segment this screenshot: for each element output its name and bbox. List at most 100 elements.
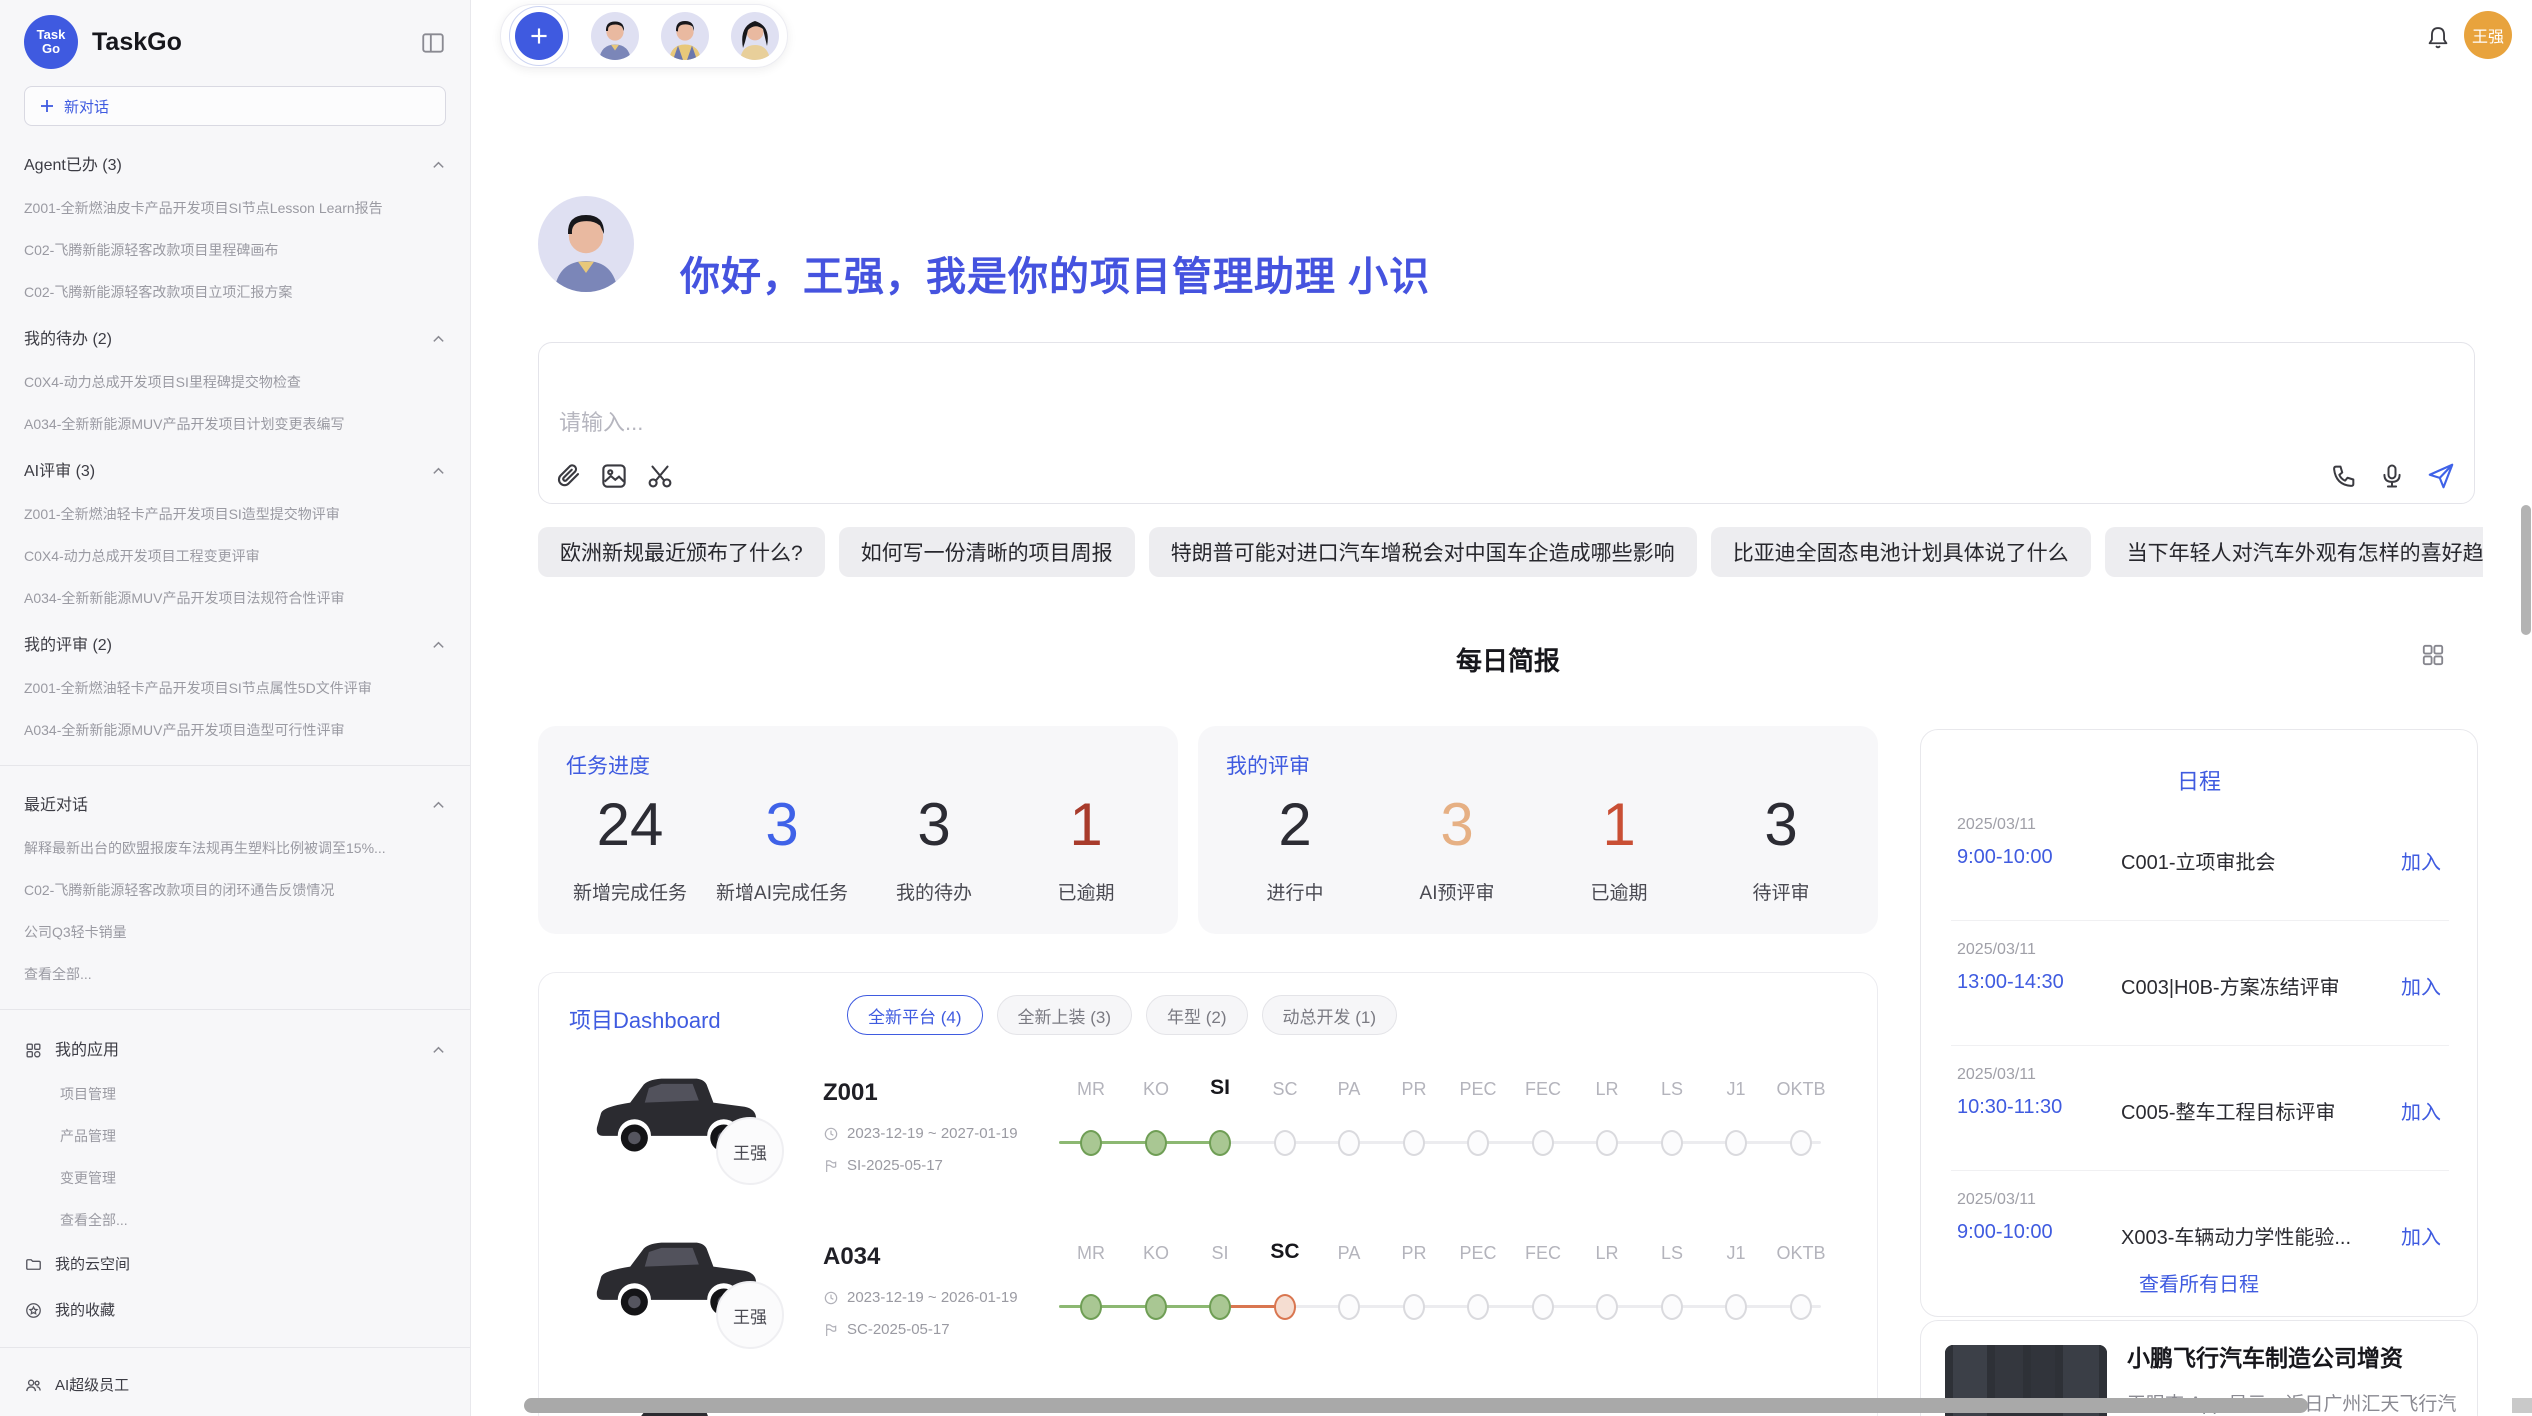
schedule-event-title: C005-整车工程目标评审: [2121, 1096, 2335, 1125]
scissors-icon[interactable]: [645, 461, 675, 491]
date-range: 2023-12-19 ~ 2026-01-19: [847, 1289, 1018, 1306]
schedule-time: 9:00-10:00: [1957, 846, 2053, 869]
join-button[interactable]: 加入: [2401, 1221, 2441, 1250]
vertical-scrollbar[interactable]: [2521, 505, 2531, 635]
folder-icon: [24, 1255, 43, 1274]
section-header-my-todo[interactable]: 我的待办 (2): [24, 331, 446, 348]
agent-avatar[interactable]: [591, 12, 639, 60]
milestone-dot: [1209, 1294, 1231, 1320]
suggestion-chip[interactable]: 欧洲新规最近颁布了什么?: [538, 527, 825, 577]
stat-value: 3: [706, 788, 858, 862]
project-row[interactable]: 王强 A034 2023-12-19 ~ 2026-01-19 SC-2025-…: [539, 1213, 1878, 1377]
milestone-label: J1: [1726, 1243, 1745, 1264]
join-button[interactable]: 加入: [2401, 846, 2441, 875]
milestone-label: FEC: [1525, 1079, 1561, 1100]
milestone-dot: [1274, 1130, 1296, 1156]
send-icon[interactable]: [2426, 461, 2456, 491]
user-avatar[interactable]: 王强: [2464, 11, 2512, 59]
view-all-link[interactable]: 查看全部...: [60, 1213, 446, 1228]
schedule-date: 2025/03/11: [1957, 1066, 2036, 1084]
suggestion-chip[interactable]: 如何写一份清晰的项目周报: [839, 527, 1135, 577]
section-header-ai-review[interactable]: AI评审 (3): [24, 463, 446, 480]
tab-model-year[interactable]: 年型 (2): [1146, 995, 1248, 1035]
chevron-up-icon: [431, 158, 446, 173]
join-button[interactable]: 加入: [2401, 971, 2441, 1000]
tab-new-platform[interactable]: 全新平台 (4): [847, 995, 983, 1035]
milestone-dot: [1467, 1130, 1489, 1156]
stat-value: 3: [1376, 788, 1538, 862]
list-item[interactable]: C02-飞腾新能源轻客改款项目立项汇报方案: [24, 285, 446, 300]
schedule-date: 2025/03/11: [1957, 1191, 2036, 1209]
chevron-up-icon: [431, 332, 446, 347]
agent-avatar[interactable]: [731, 12, 779, 60]
milestone-dot: [1145, 1130, 1167, 1156]
section-header-my-review[interactable]: 我的评审 (2): [24, 637, 446, 654]
milestone-dot: [1338, 1130, 1360, 1156]
new-chat-button[interactable]: 新对话: [24, 86, 446, 126]
owner-avatar: 王强: [716, 1281, 784, 1349]
section-header-agent-done[interactable]: Agent已办 (3): [24, 157, 446, 174]
stat-value: 3: [1700, 788, 1862, 862]
list-item[interactable]: C0X4-动力总成开发项目SI里程碑提交物检查: [24, 375, 446, 390]
list-item[interactable]: Z001-全新燃油轻卡产品开发项目SI节点属性5D文件评审: [24, 681, 446, 696]
horizontal-scrollbar[interactable]: [524, 1398, 2308, 1413]
list-item[interactable]: A034-全新新能源MUV产品开发项目计划变更表编写: [24, 417, 446, 432]
attachment-icon[interactable]: [553, 461, 583, 491]
milestone-label: OKTB: [1776, 1079, 1825, 1100]
list-item[interactable]: Z001-全新燃油轻卡产品开发项目SI造型提交物评审: [24, 507, 446, 522]
section-header-my-apps[interactable]: 我的应用: [24, 1041, 446, 1060]
app-window: Task Go TaskGo 新对话 Agent已办 (3) Z001-全新燃油…: [0, 0, 2532, 1416]
sidebar-item-cloud-space[interactable]: 我的云空间: [24, 1255, 446, 1274]
new-session-button[interactable]: [509, 6, 569, 66]
join-button[interactable]: 加入: [2401, 1096, 2441, 1125]
sidebar-collapse-icon[interactable]: [420, 30, 446, 56]
list-item[interactable]: C02-飞腾新能源轻客改款项目里程碑画布: [24, 243, 446, 258]
microphone-icon[interactable]: [2378, 462, 2406, 490]
list-item[interactable]: A034-全新新能源MUV产品开发项目造型可行性评审: [24, 723, 446, 738]
divider: [0, 765, 470, 766]
list-item[interactable]: C0X4-动力总成开发项目工程变更评审: [24, 549, 446, 564]
app-logo: Task Go: [24, 15, 78, 69]
image-icon[interactable]: [599, 461, 629, 491]
project-dashboard-card: 项目Dashboard 全新平台 (4) 全新上装 (3) 年型 (2) 动总开…: [538, 972, 1878, 1416]
sidebar-item-ai-staff[interactable]: AI超级员工: [24, 1376, 446, 1395]
milestone-label: J1: [1726, 1079, 1745, 1100]
milestone-label: SI: [1211, 1243, 1228, 1264]
stat-row: 24新增完成任务 3新增AI完成任务 3我的待办 1已逾期: [554, 788, 1162, 905]
project-next-milestone: SC-2025-05-17: [823, 1321, 950, 1338]
phone-icon[interactable]: [2330, 462, 2358, 490]
section-header-recent-chats[interactable]: 最近对话: [24, 797, 446, 814]
task-progress-card: 任务进度 24新增完成任务 3新增AI完成任务 3我的待办 1已逾期: [538, 726, 1178, 934]
message-input[interactable]: 请输入...: [538, 342, 2475, 504]
list-item[interactable]: 公司Q3轻卡销量: [24, 925, 446, 940]
section-title: 我的应用: [55, 1042, 419, 1059]
view-all-schedule-link[interactable]: 查看所有日程: [1921, 1268, 2477, 1297]
view-all-link[interactable]: 查看全部...: [24, 967, 446, 982]
tab-new-body[interactable]: 全新上装 (3): [997, 995, 1133, 1035]
briefing-title: 每日简报: [538, 641, 2478, 678]
tab-powertrain[interactable]: 动总开发 (1): [1262, 995, 1398, 1035]
section-title: Agent已办 (3): [24, 157, 122, 174]
stat-value: 1: [1538, 788, 1700, 862]
list-item[interactable]: Z001-全新燃油皮卡产品开发项目SI节点Lesson Learn报告: [24, 201, 446, 216]
milestone-label: MR: [1077, 1243, 1105, 1264]
suggestion-chip[interactable]: 比亚迪全固态电池计划具体说了什么: [1711, 527, 2091, 577]
agent-avatar[interactable]: [661, 12, 709, 60]
notification-bell-icon[interactable]: [2424, 24, 2452, 52]
divider: [1951, 1045, 2449, 1046]
sidebar-item-change-mgmt[interactable]: 变更管理: [60, 1171, 446, 1186]
sidebar-item-project-mgmt[interactable]: 项目管理: [60, 1087, 446, 1102]
sidebar-item-favorites[interactable]: 我的收藏: [24, 1301, 446, 1320]
layout-grid-icon[interactable]: [2420, 642, 2446, 668]
project-row[interactable]: 王强 Z001 2023-12-19 ~ 2027-01-19 SI-2025-…: [539, 1049, 1878, 1213]
sidebar-item-product-mgmt[interactable]: 产品管理: [60, 1129, 446, 1144]
schedule-event-title: X003-车辆动力学性能验...: [2121, 1221, 2351, 1250]
logo-text-bottom: Go: [42, 42, 60, 56]
list-item[interactable]: A034-全新新能源MUV产品开发项目法规符合性评审: [24, 591, 446, 606]
suggestion-chip[interactable]: 特朗普可能对进口汽车增税会对中国车企造成哪些影响: [1149, 527, 1697, 577]
composer-toolbar-right: [2330, 461, 2456, 491]
list-item[interactable]: C02-飞腾新能源轻客改款项目的闭环通告反馈情况: [24, 883, 446, 898]
milestone-label-current: SI: [1210, 1076, 1230, 1100]
suggestion-chip[interactable]: 当下年轻人对汽车外观有怎样的喜好趋势: [2105, 527, 2483, 577]
list-item[interactable]: 解释最新出台的欧盟报废车法规再生塑料比例被调至15%...: [24, 841, 446, 856]
